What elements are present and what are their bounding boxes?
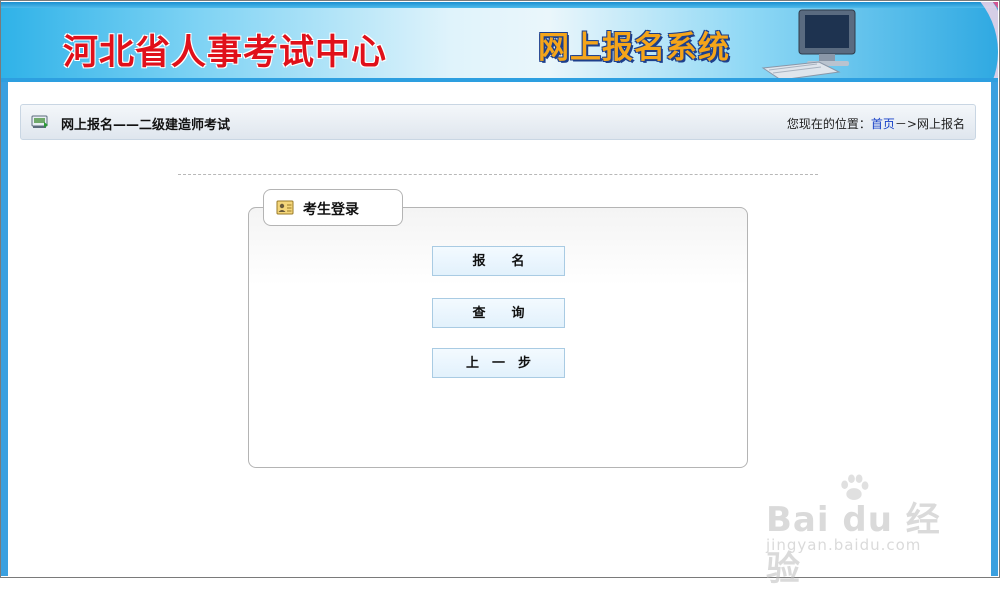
banner-bottom-strip <box>1 78 998 82</box>
baidu-watermark: Bai du 经验 jingyan.baidu.com <box>766 472 956 589</box>
site-title: 河北省人事考试中心 <box>63 33 388 73</box>
watermark-url: jingyan.baidu.com <box>766 536 922 554</box>
dashed-divider <box>178 174 818 175</box>
login-panel-title: 考生登录 <box>303 202 359 218</box>
id-card-icon <box>276 200 294 215</box>
left-border-bar <box>1 82 8 576</box>
query-button[interactable]: 查 询 <box>432 298 565 328</box>
monitor-icon <box>31 115 48 128</box>
page-title: 网上报名——二级建造师考试 <box>61 118 231 133</box>
breadcrumb-home-link[interactable]: 首页 <box>871 117 895 131</box>
breadcrumb-separator: －> <box>894 117 917 131</box>
system-title: 网上报名系统 <box>538 30 730 66</box>
header-banner: 河北省人事考试中心 网上报名系统 <box>1 2 998 82</box>
register-button[interactable]: 报 名 <box>432 246 565 276</box>
breadcrumb-current: 网上报名 <box>916 117 965 131</box>
login-panel-tab: 考生登录 <box>263 189 403 226</box>
breadcrumb-prefix: 您现在的位置： <box>786 117 871 131</box>
title-bar: 网上报名——二级建造师考试 您现在的位置：首页－>网上报名 <box>20 104 976 140</box>
back-button[interactable]: 上 一 步 <box>432 348 565 378</box>
breadcrumb: 您现在的位置：首页－>网上报名 <box>787 115 965 132</box>
right-border-bar <box>991 82 998 576</box>
computer-icon <box>761 9 856 81</box>
